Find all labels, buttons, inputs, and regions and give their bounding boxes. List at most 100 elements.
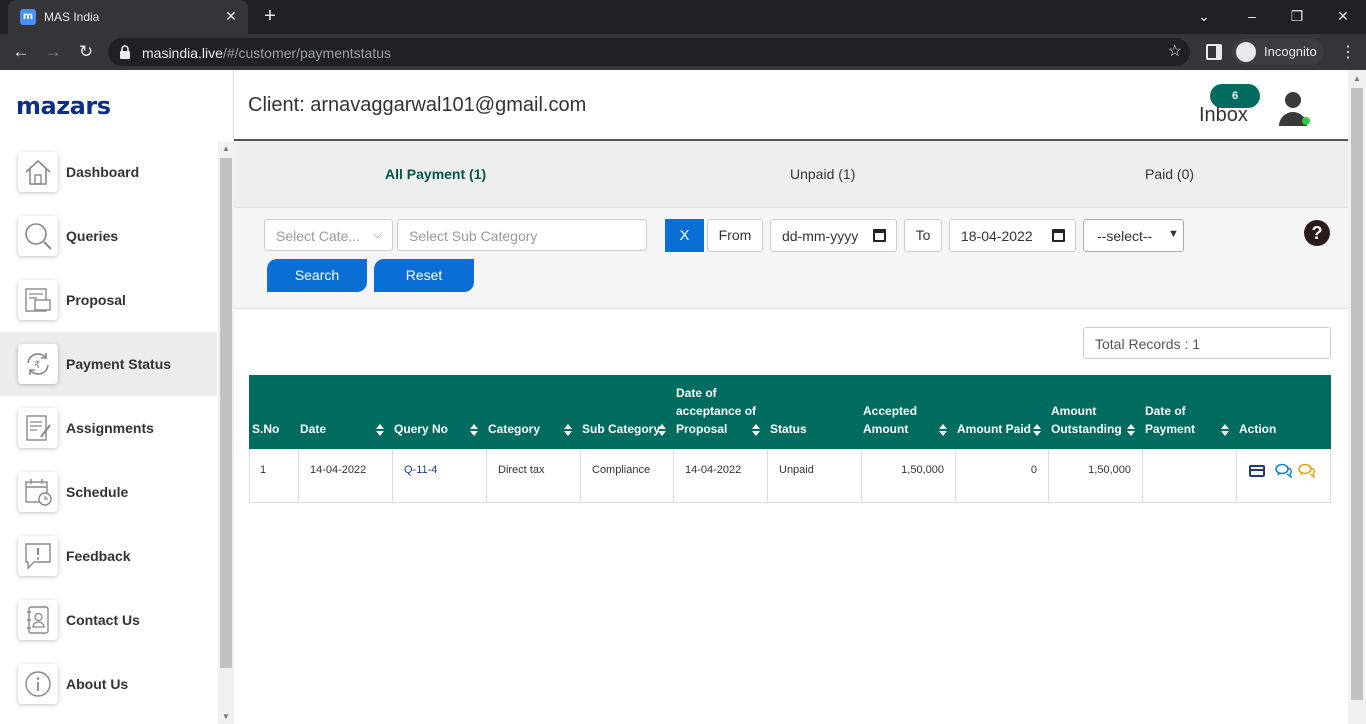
cell-status: Unpaid: [768, 449, 862, 502]
minimize-icon[interactable]: –: [1240, 4, 1264, 28]
to-label: To: [904, 219, 942, 252]
calendar-icon: [18, 472, 58, 512]
payment-card-icon[interactable]: [1249, 465, 1265, 477]
column-header-category[interactable]: Category: [485, 375, 579, 449]
proposal-icon: [18, 280, 58, 320]
cell-amount-paid: 0: [956, 449, 1049, 502]
column-header-date-of-payment[interactable]: Date of Payment: [1142, 375, 1236, 449]
search-icon: [18, 216, 58, 256]
tab-unpaid[interactable]: Unpaid (1): [790, 166, 855, 182]
column-header-status[interactable]: Status: [767, 375, 861, 449]
tab-paid[interactable]: Paid (0): [1145, 166, 1194, 182]
calendar-icon[interactable]: [873, 229, 886, 242]
column-header-amount-paid[interactable]: Amount Paid: [954, 375, 1048, 449]
calendar-icon[interactable]: [1052, 229, 1065, 242]
cell-sno: 1: [250, 449, 299, 502]
back-icon[interactable]: ←: [9, 40, 33, 64]
sidebar-scrollbar[interactable]: ▲ ▼: [218, 142, 234, 724]
incognito-indicator[interactable]: Incognito: [1232, 39, 1324, 65]
sort-icon: [752, 424, 760, 436]
subcategory-select[interactable]: Select Sub Category: [397, 219, 647, 251]
sidebar-scroll-thumb[interactable]: [220, 158, 232, 668]
close-tab-icon[interactable]: ✕: [222, 7, 240, 25]
address-bar[interactable]: masindia.live/#/customer/paymentstatus ☆: [108, 38, 1190, 66]
side-panel-icon[interactable]: [1206, 44, 1222, 60]
sort-icon: [564, 424, 572, 436]
browser-toolbar: ← → ↻ masindia.live/#/customer/paymentst…: [0, 34, 1366, 70]
browser-menu-icon[interactable]: ⋮: [1340, 42, 1356, 62]
sidebar-item-dashboard[interactable]: Dashboard: [0, 140, 217, 204]
column-header-action: Action: [1239, 422, 1277, 436]
bookmark-star-icon[interactable]: ☆: [1168, 41, 1182, 61]
scroll-up-icon[interactable]: ▲: [1353, 74, 1361, 83]
column-header-sub-category[interactable]: Sub Category: [579, 375, 673, 449]
scroll-up-icon[interactable]: ▲: [222, 144, 230, 153]
cell-date: 14-04-2022: [299, 449, 393, 502]
search-button[interactable]: Search: [267, 259, 367, 292]
sidebar-item-feedback[interactable]: Feedback: [0, 524, 217, 588]
sidebar-item-schedule[interactable]: Schedule: [0, 460, 217, 524]
column-header-accepted-amount[interactable]: Accepted Amount: [860, 375, 954, 449]
discussion-icon[interactable]: [1298, 463, 1315, 478]
cell-amount-outstanding: 1,50,000: [1049, 449, 1143, 502]
cell-action: [1237, 449, 1330, 502]
from-date-input[interactable]: dd-mm-yyyy: [770, 219, 897, 252]
status-select[interactable]: --select-- ▼: [1083, 219, 1184, 252]
info-icon: [18, 664, 58, 704]
favicon-icon: m: [20, 9, 36, 25]
url-text: masindia.live/#/customer/paymentstatus: [142, 45, 392, 61]
column-header-query-no[interactable]: Query No: [391, 375, 485, 449]
contact-icon: [18, 600, 58, 640]
sidebar-item-about-us[interactable]: About Us: [0, 652, 217, 716]
tab-all-payment[interactable]: All Payment (1): [385, 166, 486, 182]
sort-icon: [376, 424, 384, 436]
sidebar-item-queries[interactable]: Queries: [0, 204, 217, 268]
clear-filter-button[interactable]: X: [665, 219, 704, 252]
lock-icon: [120, 45, 130, 59]
page-scroll-thumb[interactable]: [1351, 88, 1363, 700]
payment-tabs: All Payment (1) Unpaid (1) Paid (0): [234, 141, 1348, 207]
sort-icon: [1033, 424, 1041, 436]
scroll-down-icon[interactable]: ▼: [222, 712, 230, 721]
column-header-date-acceptance[interactable]: Date of acceptance of Proposal: [673, 375, 767, 449]
sidebar-item-assignments[interactable]: Assignments: [0, 396, 217, 460]
browser-tabbar: m MAS India ✕ + ⌄ – ❐ ✕: [0, 0, 1366, 34]
home-icon: [18, 152, 58, 192]
client-email: Client: arnavaggarwal101@gmail.com: [248, 94, 587, 116]
column-header-date[interactable]: Date: [297, 375, 391, 449]
cell-date-acceptance: 14-04-2022: [674, 449, 768, 502]
reset-button[interactable]: Reset: [374, 259, 474, 292]
sort-icon: [1127, 424, 1135, 436]
sort-icon: [939, 424, 947, 436]
payment-table: S.No Date Query No Category Sub Category…: [249, 375, 1331, 503]
cell-query-no[interactable]: Q-11-4: [393, 449, 487, 502]
chevron-down-icon: ▼: [1168, 228, 1179, 240]
svg-text:₹: ₹: [34, 360, 40, 371]
column-header-sno[interactable]: S.No: [249, 375, 297, 449]
sidebar: mazars Dashboard Queries Proposal ₹ Paym…: [0, 70, 234, 724]
forward-icon[interactable]: →: [41, 40, 65, 64]
total-records-box: Total Records : 1: [1083, 327, 1331, 359]
page-scrollbar[interactable]: ▲: [1348, 70, 1366, 724]
sidebar-item-contact-us[interactable]: Contact Us: [0, 588, 217, 652]
column-header-amount-outstanding[interactable]: Amount Outstanding: [1048, 375, 1142, 449]
cell-sub-category: Compliance: [581, 449, 674, 502]
close-window-icon[interactable]: ✕: [1331, 4, 1355, 28]
chat-icon[interactable]: [1275, 463, 1292, 478]
tab-search-icon[interactable]: ⌄: [1192, 4, 1216, 28]
browser-tab[interactable]: m MAS India ✕: [8, 0, 248, 34]
filter-bar: Select Cate... ⌵ Select Sub Category X F…: [234, 207, 1348, 309]
sidebar-item-payment-status[interactable]: ₹ Payment Status: [0, 332, 217, 396]
category-select[interactable]: Select Cate... ⌵: [264, 219, 393, 251]
mazars-logo[interactable]: mazars: [16, 92, 111, 120]
sidebar-item-proposal[interactable]: Proposal: [0, 268, 217, 332]
new-tab-button[interactable]: +: [258, 4, 282, 28]
main-content: Client: arnavaggarwal101@gmail.com 6 Inb…: [234, 70, 1348, 724]
table-row: 1 14-04-2022 Q-11-4 Direct tax Complianc…: [249, 449, 1331, 503]
reload-icon[interactable]: ↻: [74, 40, 98, 64]
sort-icon: [470, 424, 478, 436]
inbox-link[interactable]: Inbox: [1199, 104, 1248, 127]
restore-icon[interactable]: ❐: [1285, 4, 1309, 28]
help-icon[interactable]: ?: [1304, 220, 1330, 246]
to-date-input[interactable]: 18-04-2022: [949, 219, 1076, 252]
